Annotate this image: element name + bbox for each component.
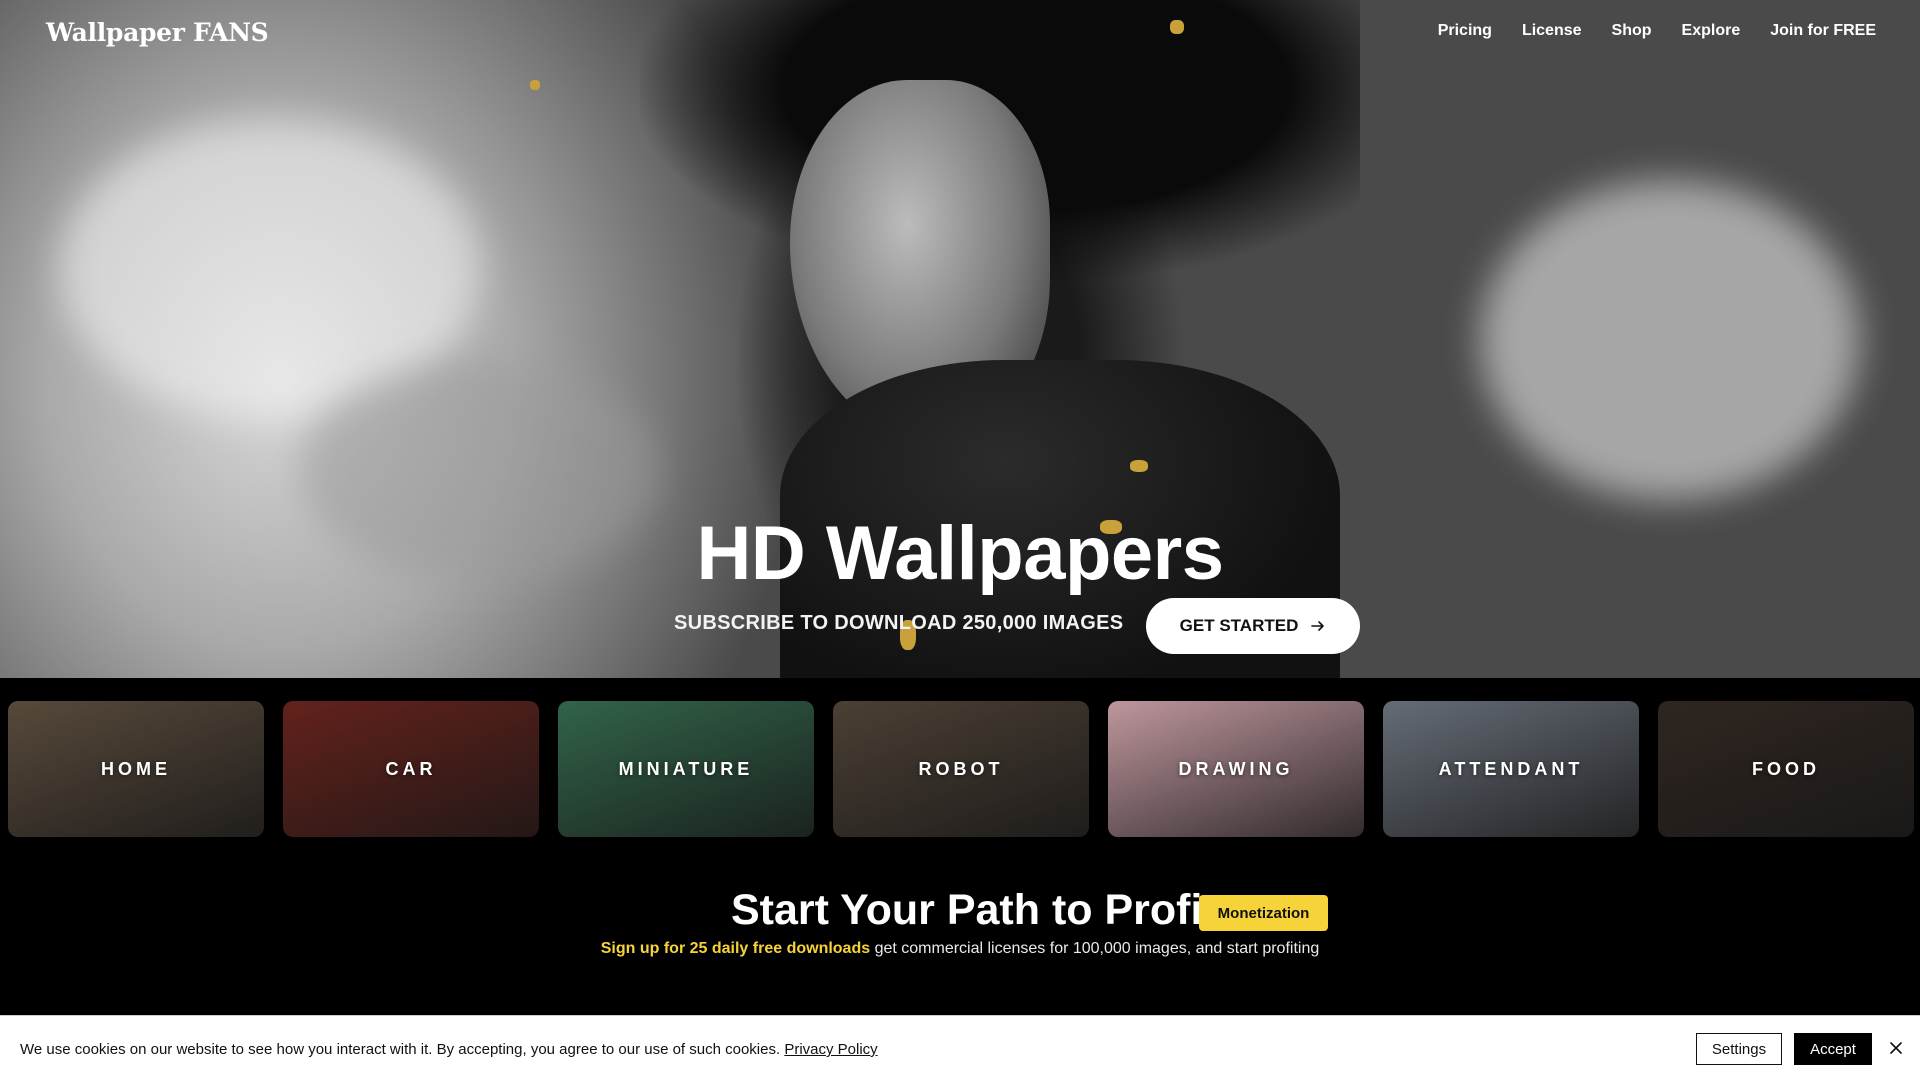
nav-pricing[interactable]: Pricing (1438, 22, 1492, 40)
category-strip: HOME CAR MINIATURE ROBOT DRAWING ATTENDA… (8, 701, 1914, 837)
arrow-right-icon (1311, 621, 1325, 631)
category-label: ATTENDANT (1438, 758, 1584, 779)
main-nav: Pricing License Shop Explore Join for FR… (1438, 22, 1876, 40)
category-label: FOOD (1752, 758, 1820, 779)
category-label: CAR (385, 758, 437, 779)
category-label: ROBOT (918, 758, 1004, 779)
monetization-badge[interactable]: Monetization (1199, 895, 1328, 931)
category-card-miniature[interactable]: MINIATURE (558, 701, 814, 837)
get-started-label: GET STARTED (1179, 616, 1299, 635)
gold-fleck (1170, 20, 1184, 34)
get-started-button[interactable]: GET STARTED (1146, 598, 1360, 654)
cookie-banner: We use cookies on our website to see how… (0, 1015, 1920, 1080)
nav-explore[interactable]: Explore (1682, 22, 1741, 40)
category-card-drawing[interactable]: DRAWING (1108, 701, 1364, 837)
gold-fleck (1130, 460, 1148, 472)
smoke-shape (1480, 180, 1860, 500)
category-label: HOME (101, 758, 171, 779)
profit-subtext: Sign up for 25 daily free downloads get … (0, 940, 1920, 958)
signup-highlight[interactable]: Sign up for 25 daily free downloads (601, 940, 870, 957)
category-label: DRAWING (1178, 758, 1294, 779)
privacy-policy-link[interactable]: Privacy Policy (784, 1041, 877, 1058)
category-card-food[interactable]: FOOD (1658, 701, 1914, 837)
gold-fleck (530, 80, 540, 90)
category-card-home[interactable]: HOME (8, 701, 264, 837)
nav-license[interactable]: License (1522, 22, 1582, 40)
category-card-robot[interactable]: ROBOT (833, 701, 1089, 837)
close-icon[interactable] (1888, 1040, 1904, 1056)
nav-join[interactable]: Join for FREE (1770, 22, 1876, 40)
cookie-message: We use cookies on our website to see how… (20, 1041, 878, 1058)
category-label: MINIATURE (618, 758, 754, 779)
site-logo[interactable]: Wallpaper FANS (46, 18, 269, 47)
cookie-text: We use cookies on our website to see how… (20, 1041, 785, 1058)
hero-subtitle: SUBSCRIBE TO DOWNLOAD 250,000 IMAGES (674, 612, 1124, 634)
profit-subtext-rest: get commercial licenses for 100,000 imag… (870, 940, 1320, 957)
cookie-settings-button[interactable]: Settings (1696, 1033, 1782, 1065)
profit-heading: Start Your Path to Profit (731, 886, 1217, 934)
nav-shop[interactable]: Shop (1612, 22, 1652, 40)
category-card-car[interactable]: CAR (283, 701, 539, 837)
hero-title: HD Wallpapers (696, 511, 1224, 596)
cookie-accept-button[interactable]: Accept (1794, 1033, 1872, 1065)
category-card-attendant[interactable]: ATTENDANT (1383, 701, 1639, 837)
